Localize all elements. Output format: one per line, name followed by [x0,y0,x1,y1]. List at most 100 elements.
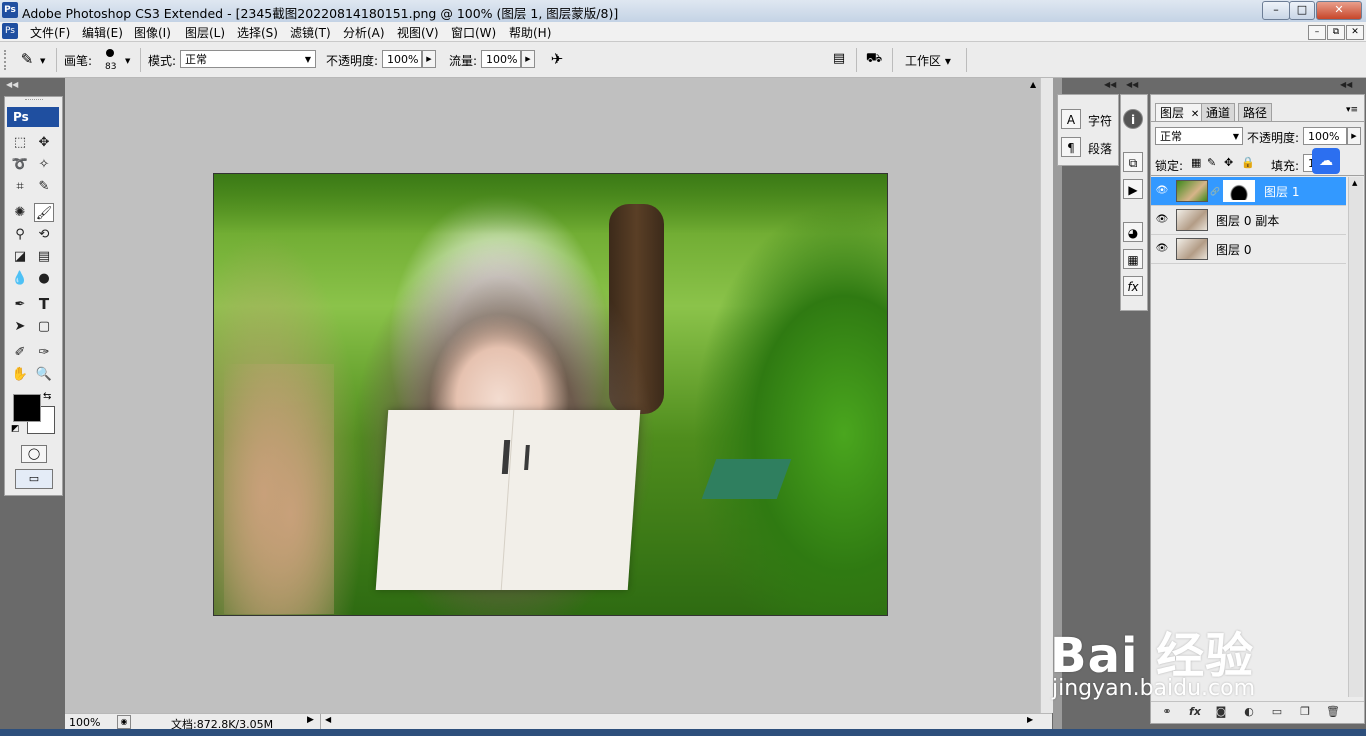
swap-colors-icon[interactable]: ⇆ [43,391,51,402]
menu-help[interactable]: 帮助(H) [509,24,551,41]
scroll-up-icon[interactable]: ▲ [1030,80,1036,89]
brush-picker-arrow-icon[interactable]: ▼ [125,57,130,65]
horizontal-scrollbar[interactable]: ◀ ▶ [320,714,1041,729]
default-colors-icon[interactable]: ◩ [11,424,20,434]
menu-file[interactable]: 文件(F) [30,24,70,41]
blur-tool-icon[interactable]: 💧 [10,269,30,288]
layers-scrollbar[interactable]: ▲ [1348,177,1363,697]
clone-stamp-tool-icon[interactable]: ⚲ [10,225,30,244]
paragraph-panel-label[interactable]: 段落 [1088,140,1112,157]
lock-transparency-icon[interactable]: ▦ [1191,156,1201,169]
screen-mode-icon[interactable]: ▭ [15,469,53,489]
history-brush-tool-icon[interactable]: ⟲ [34,225,54,244]
quick-mask-icon[interactable]: ◯ [21,445,47,463]
menu-edit[interactable]: 编辑(E) [82,24,123,41]
close-button[interactable]: ✕ [1316,1,1362,20]
path-selection-tool-icon[interactable]: ➤ [10,317,30,336]
notes-tool-icon[interactable]: ✐ [10,343,30,362]
lock-all-icon[interactable]: 🔒 [1241,156,1255,169]
crop-tool-icon[interactable]: ⌗ [10,177,30,196]
zoom-level[interactable]: 100% [69,716,100,729]
history-panel-icon[interactable]: ⧉ [1123,152,1143,172]
actions-panel-icon[interactable]: ▶ [1123,179,1143,199]
dock-collapse-icon[interactable]: ◀◀ [1104,80,1116,89]
menu-analysis[interactable]: 分析(A) [343,24,385,41]
ps-menu-icon[interactable]: Ps [2,23,18,39]
blend-mode-select[interactable]: 正常 ▼ [1155,127,1243,145]
menu-select[interactable]: 选择(S) [237,24,278,41]
marquee-tool-icon[interactable]: ⬚ [10,133,30,152]
dock-collapse-icon[interactable]: ◀◀ [1340,80,1352,89]
group-icon[interactable]: ▭ [1269,705,1285,719]
slice-tool-icon[interactable]: ✎ [34,177,54,196]
mode-select[interactable]: 正常 ▼ [180,50,316,68]
layer-mask-thumbnail[interactable] [1223,180,1255,202]
dodge-tool-icon[interactable]: ● [34,269,54,288]
airbrush-icon[interactable]: ✈ [546,50,568,70]
menu-window[interactable]: 窗口(W) [451,24,496,41]
scroll-up-icon[interactable]: ▲ [1352,179,1357,187]
trash-icon[interactable]: 🗑 [1325,705,1341,719]
opacity-input[interactable]: 100% [382,50,422,68]
layer-row[interactable]: 👁 图层 0 [1151,235,1346,264]
hand-tool-icon[interactable]: ✋ [10,365,30,384]
lock-position-icon[interactable]: ✥ [1224,156,1233,169]
tab-layers[interactable]: 图层 ✕ [1155,103,1205,122]
workspace-menu[interactable]: 工作区 ▾ [905,52,951,69]
scroll-right-icon[interactable]: ▶ [1027,715,1033,724]
layer-opacity-arrow-icon[interactable]: ▶ [1347,127,1361,145]
flow-input[interactable]: 100% [481,50,521,68]
toolbox-grip[interactable] [25,99,43,103]
canvas-image[interactable] [213,173,888,616]
gradient-tool-icon[interactable]: ▤ [34,247,54,266]
new-layer-icon[interactable]: ❐ [1297,705,1313,719]
doc-close-button[interactable]: ✕ [1346,25,1364,40]
lasso-tool-icon[interactable]: ➰ [10,155,30,174]
layer-thumbnail[interactable] [1176,180,1208,202]
eye-icon[interactable]: 👁 [1155,242,1169,256]
menu-view[interactable]: 视图(V) [397,24,439,41]
move-tool-icon[interactable]: ✥ [34,133,54,152]
color-panel-icon[interactable]: ◕ [1123,222,1143,242]
foreground-color-swatch[interactable] [13,394,41,422]
brush-tip-icon[interactable] [106,49,114,57]
link-icon[interactable]: ⚭ [1159,705,1175,719]
layer-thumbnail[interactable] [1176,209,1208,231]
layer-row[interactable]: 👁 🔗 图层 1 [1151,177,1346,206]
palette-well-icon[interactable]: ▤ [830,51,848,67]
character-panel-label[interactable]: 字符 [1088,112,1112,129]
options-grip[interactable] [4,50,12,70]
lock-pixels-icon[interactable]: ✎ [1207,156,1216,169]
type-tool-icon[interactable]: T [34,295,54,314]
layer-name[interactable]: 图层 1 [1264,183,1299,200]
brush-tool-icon[interactable]: 🖌 [34,203,54,222]
layer-row[interactable]: 👁 图层 0 副本 [1151,206,1346,235]
panel-menu-icon[interactable]: ▾≡ [1346,105,1358,115]
status-menu-arrow-icon[interactable]: ▶ [307,715,314,725]
close-icon[interactable]: ✕ [1191,109,1199,120]
tab-paths[interactable]: 路径 [1238,103,1273,122]
bridge-icon[interactable]: ⛟ [862,51,886,67]
character-panel-icon[interactable]: A [1061,109,1081,129]
pen-tool-icon[interactable]: ✒ [10,295,30,314]
maximize-button[interactable]: □ [1289,1,1315,20]
layer-name[interactable]: 图层 0 [1216,241,1251,258]
layer-thumbnail[interactable] [1176,238,1208,260]
styles-panel-icon[interactable]: fx [1123,276,1143,296]
opacity-slider-arrow-icon[interactable]: ▶ [422,50,436,68]
menu-image[interactable]: 图像(I) [134,24,171,41]
menu-filter[interactable]: 滤镜(T) [290,24,331,41]
status-options-icon[interactable]: ◉ [117,715,131,729]
doc-restore-button[interactable]: ⧉ [1327,25,1345,40]
magic-wand-tool-icon[interactable]: ✧ [34,155,54,174]
toolbox-ps-logo[interactable]: Ps [7,107,59,127]
info-panel-icon[interactable]: i [1123,109,1143,129]
menu-layer[interactable]: 图层(L) [185,24,225,41]
tab-channels[interactable]: 通道 [1201,103,1236,122]
doc-minimize-button[interactable]: – [1308,25,1326,40]
flow-slider-arrow-icon[interactable]: ▶ [521,50,535,68]
brush-preset-icon[interactable]: ✎ [16,50,38,70]
eraser-tool-icon[interactable]: ◪ [10,247,30,266]
zoom-tool-icon[interactable]: 🔍 [34,365,54,384]
layer-name[interactable]: 图层 0 副本 [1216,212,1279,229]
